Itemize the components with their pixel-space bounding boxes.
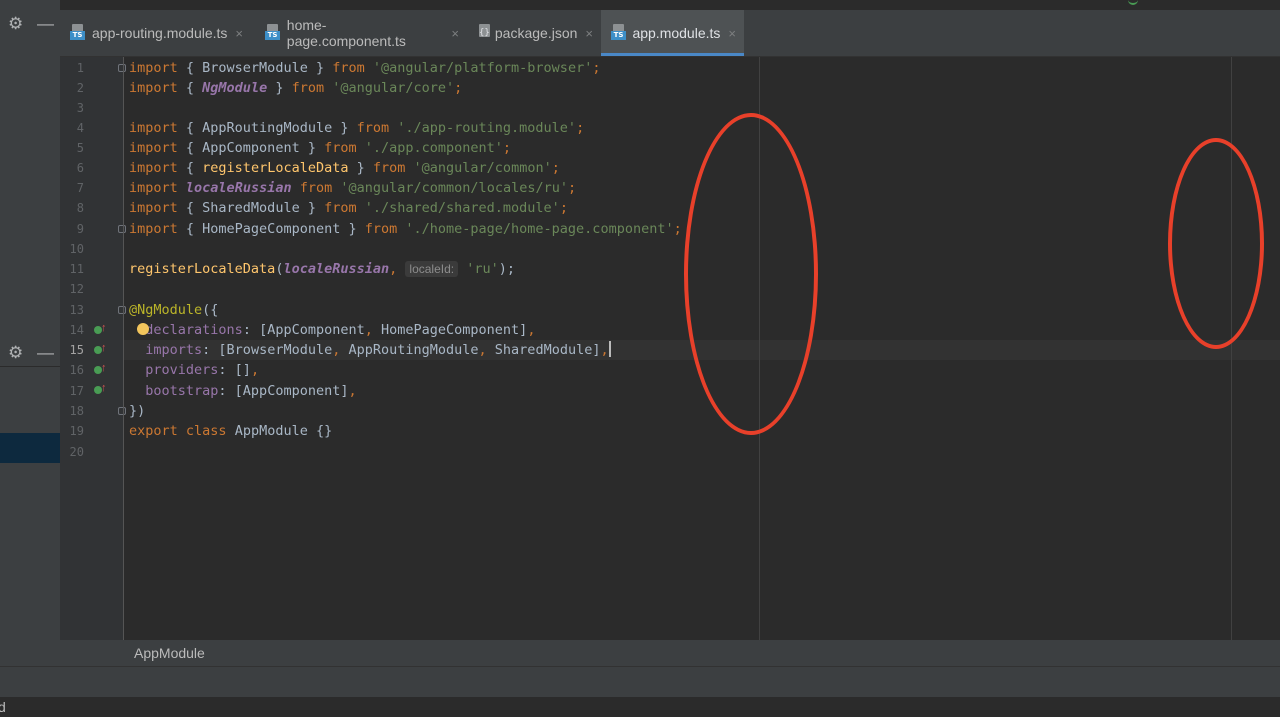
code-line-7: import localeRussian from '@angular/comm…: [129, 180, 577, 196]
ts-file-icon: TS: [611, 24, 626, 44]
code-line-1: import { BrowserModule } from '@angular/…: [129, 60, 601, 76]
tab-label: app.module.ts: [632, 25, 721, 41]
minimize-icon[interactable]: —: [37, 343, 54, 363]
line-number: 12: [69, 282, 84, 296]
line-number: 18: [69, 404, 84, 418]
tab-app-routing-module[interactable]: TS app-routing.module.ts ×: [60, 10, 255, 56]
gear-icon[interactable]: ⚙: [8, 343, 23, 363]
close-icon[interactable]: ×: [585, 26, 593, 41]
code-line-6: import { registerLocaleData } from '@ang…: [129, 160, 560, 176]
line-number: 2: [76, 81, 84, 95]
line-number: 1: [76, 61, 84, 75]
tab-package-json[interactable]: {} package.json ×: [467, 10, 601, 56]
project-tool-window: ⚙ — ⚙ —: [0, 0, 60, 666]
annotation-ellipse-left: [684, 113, 818, 435]
code-editor[interactable]: 1 2 3 4 5 6 7 8 9 10 11 12 13 14 15 16 1…: [60, 57, 1280, 640]
implements-icon[interactable]: ↑: [94, 382, 108, 397]
selected-tree-item[interactable]: [0, 433, 60, 463]
code-line-4: import { AppRoutingModule } from './app-…: [129, 120, 585, 136]
line-number: 4: [76, 121, 84, 135]
code-line-16: providers: [],: [145, 362, 260, 378]
close-icon[interactable]: ×: [728, 26, 736, 41]
line-number: 9: [76, 222, 84, 236]
line-number: 7: [76, 181, 84, 195]
json-file-icon: {}: [477, 24, 490, 44]
close-icon[interactable]: ×: [451, 26, 459, 41]
fold-icon[interactable]: [118, 64, 126, 72]
code-line-17: bootstrap: [AppComponent],: [145, 383, 357, 399]
code-line-11: registerLocaleData(localeRussian, locale…: [129, 261, 516, 277]
line-number: 20: [69, 445, 84, 459]
status-bar: [0, 666, 1280, 697]
implements-icon[interactable]: ↑: [94, 342, 108, 357]
line-number: 16: [69, 363, 84, 377]
tab-app-module[interactable]: TS app.module.ts ×: [601, 10, 744, 56]
breadcrumb-item[interactable]: AppModule: [134, 645, 205, 661]
editor-gutter: 1 2 3 4 5 6 7 8 9 10 11 12 13 14 15 16 1…: [60, 57, 126, 640]
implements-icon[interactable]: ↑: [94, 322, 108, 337]
line-number: 17: [69, 384, 84, 398]
line-number: 8: [76, 201, 84, 215]
fold-icon[interactable]: [118, 407, 126, 415]
breadcrumb[interactable]: AppModule: [60, 640, 1280, 666]
implements-icon[interactable]: ↑: [94, 362, 108, 377]
code-line-15: imports: [BrowserModule, AppRoutingModul…: [145, 341, 611, 358]
line-number: 10: [69, 242, 84, 256]
line-number: 11: [69, 262, 84, 276]
fold-icon[interactable]: [118, 306, 126, 314]
code-line-19: export class AppModule {}: [129, 423, 333, 439]
line-number: 5: [76, 141, 84, 155]
line-number: 3: [76, 101, 84, 115]
tool-window-header-top: ⚙ —: [0, 12, 60, 38]
code-line-2: import { NgModule } from '@angular/core'…: [129, 80, 463, 96]
code-line-8: import { SharedModule } from './shared/s…: [129, 200, 568, 216]
code-line-13: @NgModule({: [129, 302, 219, 318]
code-line-14: declarations: [AppComponent, HomePageCom…: [137, 322, 536, 338]
line-number-current: 15: [69, 343, 84, 357]
code-line-5: import { AppComponent } from './app.comp…: [129, 140, 512, 156]
code-line-9: import { HomePageComponent } from './hom…: [129, 221, 682, 237]
tab-label: package.json: [494, 25, 578, 41]
annotation-ellipse-right: [1168, 138, 1264, 349]
gear-icon[interactable]: ⚙: [8, 14, 23, 34]
ts-file-icon: TS: [265, 24, 281, 44]
parameter-hint: localeId:: [405, 261, 459, 277]
ts-file-icon: TS: [70, 24, 86, 44]
minimize-icon[interactable]: —: [37, 14, 54, 34]
tab-home-page-component[interactable]: TS home-page.component.ts ×: [255, 10, 467, 56]
tab-label: home-page.component.ts: [286, 17, 406, 49]
editor-tab-bar: TS app-routing.module.ts × TS home-page.…: [60, 10, 1280, 57]
status-check-icon: [1128, 0, 1138, 5]
line-number: 14: [69, 323, 84, 337]
bottom-text: d: [0, 699, 6, 715]
tool-window-header-bottom: ⚙ —: [0, 341, 60, 367]
text-cursor: [608, 341, 611, 357]
tab-label: app-routing.module.ts: [92, 25, 228, 41]
line-number: 13: [69, 303, 84, 317]
bottom-strip: d: [0, 697, 1280, 717]
code-line-18: }): [129, 403, 146, 419]
fold-icon[interactable]: [118, 225, 126, 233]
line-number: 19: [69, 424, 84, 438]
close-icon[interactable]: ×: [235, 26, 243, 41]
line-number: 6: [76, 161, 84, 175]
